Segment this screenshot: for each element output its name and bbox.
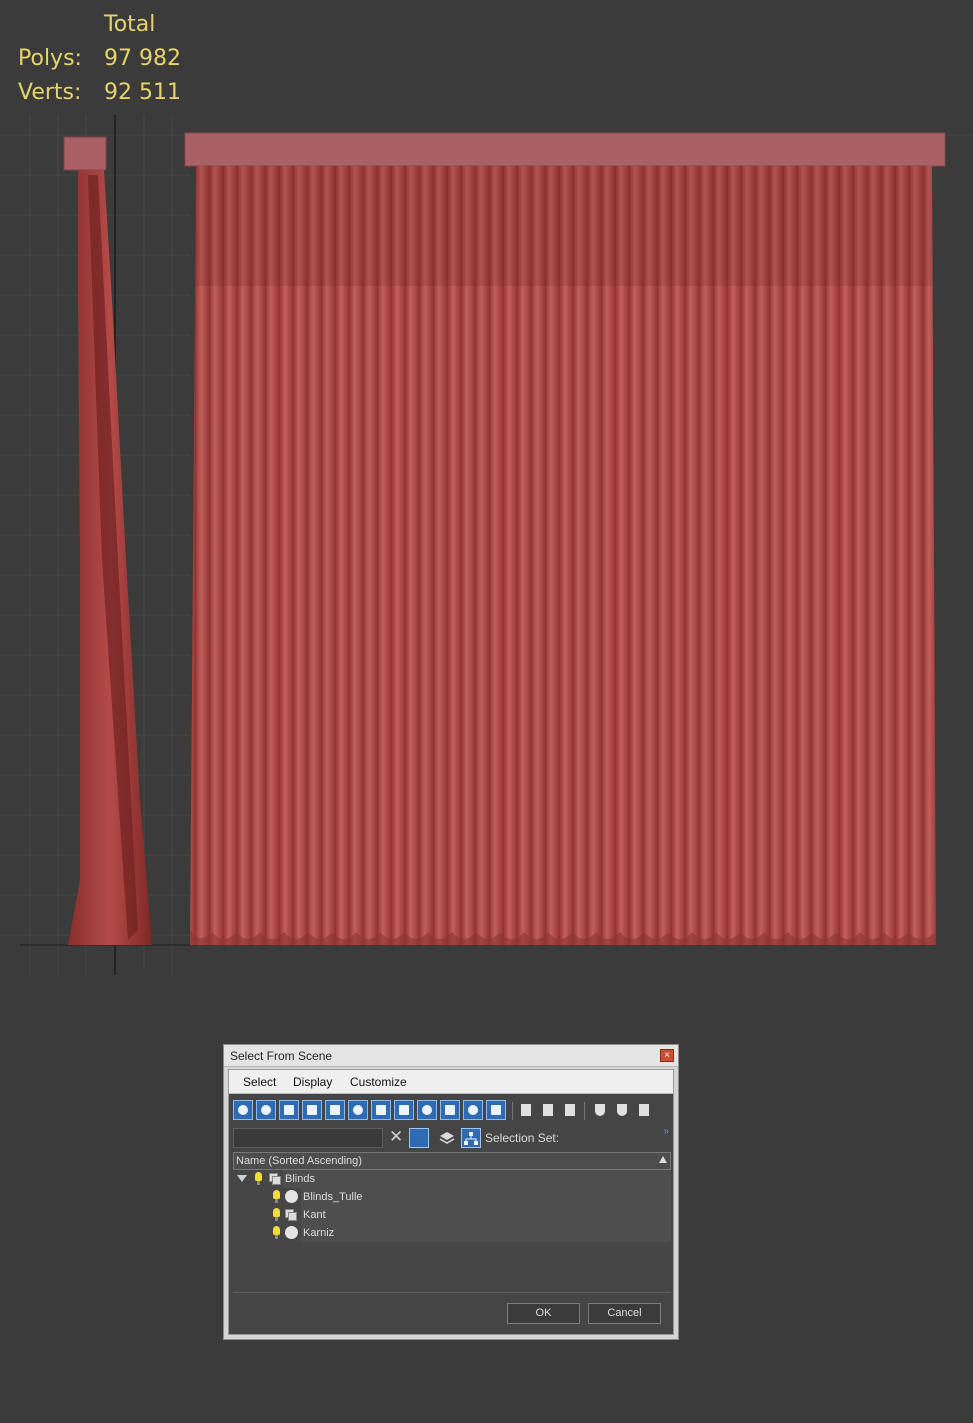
tree-item-label: Blinds_Tulle	[303, 1191, 363, 1203]
close-icon[interactable]: ×	[660, 1049, 674, 1062]
menu-customize[interactable]: Customize	[350, 1075, 407, 1089]
object-icon	[285, 1226, 298, 1239]
toolbar-divider	[512, 1102, 513, 1120]
viewport[interactable]: Total Polys: 97 982 Verts: 92 511	[0, 0, 973, 990]
visibility-bulb-icon[interactable]	[273, 1190, 280, 1203]
filter-options-icon[interactable]	[613, 1101, 631, 1119]
clear-search-icon[interactable]: ✕	[389, 1127, 403, 1147]
tree-item-label: Blinds	[285, 1173, 315, 1185]
geometry-icon[interactable]	[233, 1100, 253, 1120]
dialog-titlebar[interactable]: Select From Scene ×	[224, 1045, 678, 1067]
select-from-scene-dialog[interactable]: Select From Scene × Select Display Custo…	[223, 1044, 679, 1340]
collapse-icon[interactable]	[635, 1101, 653, 1119]
curtain-rail	[184, 132, 946, 167]
verts-value: 92 511	[104, 80, 181, 105]
display-none-icon[interactable]	[539, 1101, 557, 1119]
group-icon	[285, 1209, 297, 1221]
hidden-icon[interactable]	[486, 1100, 506, 1120]
visibility-bulb-icon[interactable]	[255, 1172, 262, 1185]
menu-bar: Select Display Customize	[229, 1070, 673, 1094]
tree-item-label: Karniz	[303, 1227, 335, 1239]
space-warps-icon[interactable]	[348, 1100, 368, 1120]
find-case-sensitive-icon[interactable]	[409, 1128, 429, 1148]
tree-row-blinds[interactable]: Blinds	[233, 1170, 671, 1188]
lights-icon[interactable]	[279, 1100, 299, 1120]
shapes-icon[interactable]	[256, 1100, 276, 1120]
expand-icon[interactable]	[237, 1175, 247, 1182]
search-row: ✕ Selection Set: »	[233, 1126, 669, 1150]
toolbar-divider	[584, 1102, 585, 1120]
hierarchy-icon[interactable]	[461, 1128, 481, 1148]
tree-row-kant[interactable]: Kant	[233, 1206, 671, 1224]
dialog-title: Select From Scene	[230, 1049, 333, 1063]
selection-set-label: Selection Set:	[485, 1131, 560, 1145]
visibility-bulb-icon[interactable]	[273, 1226, 280, 1239]
more-options-icon[interactable]: »	[663, 1126, 669, 1137]
sort-ascending-icon	[659, 1156, 667, 1163]
tree-row-karniz[interactable]: Karniz	[233, 1224, 671, 1242]
polys-value: 97 982	[104, 46, 181, 71]
display-all-icon[interactable]	[517, 1101, 535, 1119]
cameras-icon[interactable]	[302, 1100, 322, 1120]
dialog-footer: OK Cancel	[233, 1292, 671, 1333]
ok-button[interactable]: OK	[507, 1303, 580, 1324]
tree-row-blinds-tulle[interactable]: Blinds_Tulle	[233, 1188, 671, 1206]
cancel-button[interactable]: Cancel	[588, 1303, 661, 1324]
polys-label: Polys:	[18, 46, 82, 71]
filter-icon[interactable]	[591, 1101, 609, 1119]
verts-label: Verts:	[18, 80, 82, 105]
column-header-name: Name (Sorted Ascending)	[236, 1155, 362, 1167]
menu-display[interactable]: Display	[293, 1075, 332, 1089]
curtain-side-view[interactable]	[63, 136, 152, 945]
dialog-body: Select Display Customize ✕ Selection Set…	[228, 1069, 674, 1335]
layers-icon[interactable]	[439, 1130, 455, 1146]
invert-display-icon[interactable]	[561, 1101, 579, 1119]
helpers-icon[interactable]	[325, 1100, 345, 1120]
containers-icon[interactable]	[440, 1100, 460, 1120]
frozen-icon[interactable]	[463, 1100, 483, 1120]
bones-icon[interactable]	[417, 1100, 437, 1120]
column-header[interactable]: Name (Sorted Ascending)	[233, 1152, 671, 1170]
viewport-statistics: Total Polys: 97 982 Verts: 92 511	[18, 8, 456, 110]
xrefs-icon[interactable]	[394, 1100, 414, 1120]
visibility-bulb-icon[interactable]	[273, 1208, 280, 1221]
curtain-front-view[interactable]	[184, 132, 946, 945]
scene-tree: Blinds Blinds_Tulle Kant Karniz	[233, 1170, 671, 1290]
tree-item-label: Kant	[303, 1209, 326, 1221]
menu-select[interactable]: Select	[243, 1075, 276, 1089]
object-icon	[285, 1190, 298, 1203]
stats-header: Total	[104, 12, 156, 37]
group-icon	[269, 1173, 281, 1185]
groups-icon[interactable]	[371, 1100, 391, 1120]
scene-canvas[interactable]	[0, 0, 973, 990]
search-input[interactable]	[233, 1128, 383, 1148]
